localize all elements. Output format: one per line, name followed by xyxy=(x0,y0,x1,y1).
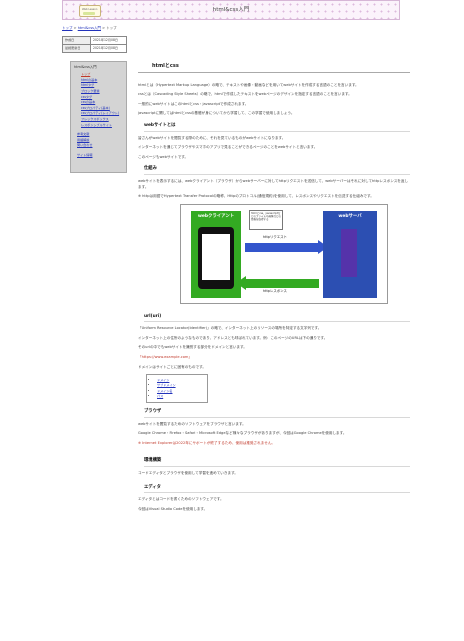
section-heading-url: url(uri) xyxy=(144,314,410,323)
table-row: 作成日 2021年12月08日 xyxy=(62,36,127,45)
section-paragraph: 皆さんがwebサイトを閲覧する際のために、それを見ているものがwebサイトになり… xyxy=(138,135,286,140)
request-arrow xyxy=(245,242,319,252)
intro-paragraph: javascriptに関してはhtmlとcssの基礎が身についてから学習して、こ… xyxy=(138,111,295,116)
url-term-link[interactable]: ドメイン名 xyxy=(157,389,172,393)
sidebar-item-site-info[interactable]: サイト情報 xyxy=(74,153,123,159)
sidebar-list: サイト情報 xyxy=(74,153,123,159)
site-header: Web Lesson html&css入門 xyxy=(62,0,400,20)
main-content: htmlとcss htmlとは（Hypertext Markup Languag… xyxy=(138,63,410,516)
list-item[interactable]: パス xyxy=(157,394,204,399)
intro-paragraph: cssとは（Cascading Style Sheets）の略で、htmlで作成… xyxy=(138,92,352,97)
response-arrow-head xyxy=(236,275,246,290)
section-paragraph: ※ httpは用語でHypertext Transfer Protocolの略称… xyxy=(138,194,374,199)
url-term-link[interactable]: サブドメイン xyxy=(157,383,176,387)
sidebar-list: トップ htmlの基本 htmlタグ ブロック要素 cssタグ cssの基本 c… xyxy=(74,72,123,128)
server-icon xyxy=(341,228,357,277)
site-title: html&css入門 xyxy=(212,7,250,13)
url-term-link[interactable]: パス xyxy=(157,394,163,398)
section-paragraph: コードエディタとブラウザを使用して学習を進めていきます。 xyxy=(138,470,238,475)
server-label: webサーバ xyxy=(338,213,362,219)
section-paragraph: このページもwebサイトです。 xyxy=(138,154,189,159)
section-note: ※ Internet Explorerは2022年にサポートが終了するため、使用… xyxy=(138,440,276,445)
breadcrumb-separator: > xyxy=(102,26,106,30)
page-title: htmlとcss xyxy=(138,63,410,73)
section-paragraph: インターネット上の住所のようなものであり、アドレスとも呼ばれています。例：このペ… xyxy=(138,335,328,340)
sidebar-link[interactable]: 用語解説 xyxy=(77,138,89,142)
sidebar-link[interactable]: 参考文献 xyxy=(77,132,89,136)
url-term-list: ドメイン サブドメイン ドメイン名 パス xyxy=(146,374,208,403)
section-heading-browser: ブラウザ xyxy=(144,409,410,418)
updated-label: 最終更新日 xyxy=(62,43,91,53)
sidebar-link[interactable]: cssプロパティ(レイアウト) xyxy=(81,111,119,115)
section-paragraph: webサイトを閲覧するためのソフトウェアをブラウザと言います。 xyxy=(138,421,246,426)
section-paragraph: webサイトを表示するには、webクライアント（ブラウザ）からwebサーバーに対… xyxy=(138,179,409,189)
request-label: httpリクエスト xyxy=(263,234,287,239)
sidebar-link[interactable]: 問い合わせ xyxy=(77,143,92,147)
section-paragraph: インターネットを通じてブラウザやスマホのアプリで見ることができるページのことをw… xyxy=(138,145,318,150)
sidebar-nav: html&css入門 トップ htmlの基本 htmlタグ ブロック要素 css… xyxy=(70,61,127,173)
breadcrumb-item-course[interactable]: html&css入門 xyxy=(78,26,101,30)
response-label: httpレスポンス xyxy=(263,288,287,293)
intro-paragraph: 一般的にwebサイトはこのhtmlとcss・javascriptで作成されます。 xyxy=(138,101,249,106)
section-heading-environment: 環境構築 xyxy=(144,458,410,467)
created-value: 2021年12月08日 xyxy=(90,36,127,45)
created-label: 作成日 xyxy=(62,36,91,45)
table-row: 最終更新日 2021年12月08日 xyxy=(62,43,127,53)
date-table: 作成日 2021年12月08日 最終更新日 2021年12月08日 xyxy=(62,36,127,53)
sidebar-link[interactable]: ブロック要素 xyxy=(81,89,100,93)
smartphone-icon xyxy=(198,226,234,289)
intro-paragraph: htmlとは（Hypertext Markup Language）の略で、テキス… xyxy=(138,82,359,87)
url-term-link[interactable]: ドメイン xyxy=(157,378,169,382)
section-paragraph: 「Uniform Resource Locator(Identifier)」の略… xyxy=(138,326,322,331)
client-label: webクライアント xyxy=(197,213,235,219)
section-heading-website: webサイトとは xyxy=(144,123,410,132)
sidebar-link[interactable]: htmlタグ xyxy=(81,83,94,87)
url-example: 「https://www.example.com」 xyxy=(138,355,192,360)
section-paragraph: そのurlの中でもwebサイトを識別する部分をドメインと言います。 xyxy=(138,345,247,350)
sidebar-link[interactable]: cssタグ xyxy=(81,95,92,99)
sidebar-link[interactable]: cssプロパティ(基本) xyxy=(81,106,110,110)
sidebar-title: html&css入門 xyxy=(74,65,97,69)
updated-value: 2021年12月08日 xyxy=(90,43,127,53)
diagram-note: htmlとcss、javascriptなどのファイルや画像などの情報を取得する xyxy=(249,209,283,230)
section-paragraph: ドメインはサイトごとに固有のものです。 xyxy=(138,364,206,369)
sidebar-link[interactable]: フレックスボックス xyxy=(81,117,109,121)
section-heading-editor: エディタ xyxy=(144,485,410,494)
sidebar-link[interactable]: cssの基本 xyxy=(81,100,95,104)
http-diagram: webクライアント htmlとcss、javascriptなどのファイルや画像な… xyxy=(180,203,388,304)
response-arrow xyxy=(245,278,319,288)
breadcrumb-current: トップ xyxy=(106,26,117,30)
section-heading-mechanism: 仕組み xyxy=(144,166,410,175)
sidebar-link[interactable]: サイト情報 xyxy=(77,153,92,157)
section-paragraph: 今回はVisual Studio Codeを使用します。 xyxy=(138,506,208,511)
sidebar-link[interactable]: htmlの基本 xyxy=(81,78,97,82)
section-paragraph: Google Chrome・Firefox・Safari・Microsoft E… xyxy=(138,431,347,436)
breadcrumb-item-top[interactable]: トップ xyxy=(62,26,73,30)
section-paragraph: エディタとはコードを書くためのソフトウェアです。 xyxy=(138,497,224,502)
sidebar-link[interactable]: レスポンシブルサイト xyxy=(81,123,112,127)
sidebar-list: 参考文献 用語解説 問い合わせ xyxy=(74,132,123,149)
sidebar-link[interactable]: トップ xyxy=(81,72,90,76)
breadcrumb-separator: > xyxy=(73,26,77,30)
breadcrumb: トップ > html&css入門 > トップ xyxy=(62,26,117,31)
